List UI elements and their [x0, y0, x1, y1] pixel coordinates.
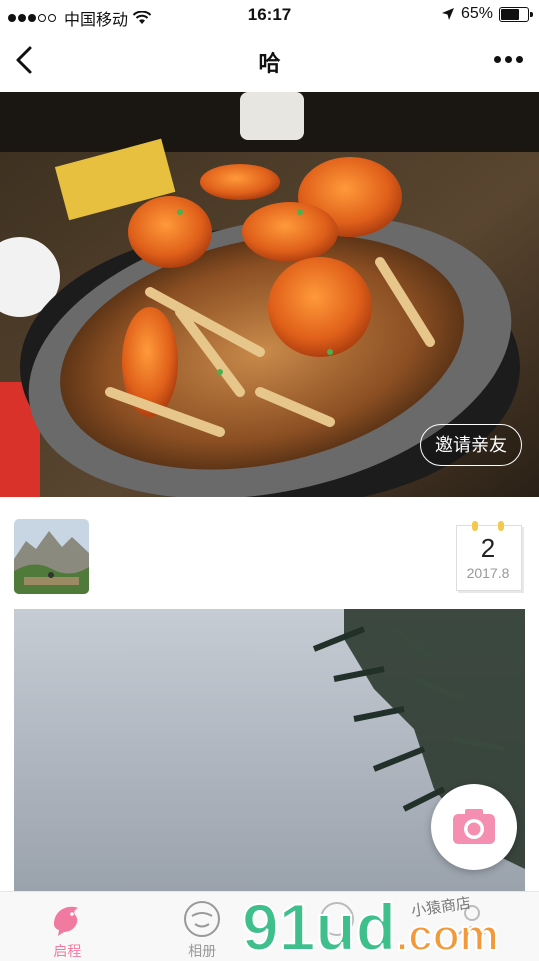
status-right: 65% [441, 5, 533, 23]
back-button[interactable] [10, 42, 42, 78]
camera-button[interactable] [431, 784, 517, 870]
dolphin-icon [54, 906, 79, 936]
status-bar: 中国移动 16:17 65% [0, 0, 539, 32]
tab-4-icon [457, 905, 486, 935]
battery-fill [501, 8, 520, 20]
face-icon [184, 901, 221, 937]
tab-album[interactable]: 相册 [135, 892, 270, 961]
tab-label-qicheng: 启程 [53, 943, 82, 959]
tab-qicheng[interactable]: 启程 [0, 892, 135, 961]
date-day: 2 [480, 533, 496, 563]
page-title: 哈 [258, 51, 281, 76]
tab-third[interactable] [270, 892, 405, 961]
invite-friends-button[interactable]: 邀请亲友 [420, 424, 522, 466]
more-dots-icon [494, 56, 501, 63]
cover-photo[interactable]: 邀请亲友 [0, 92, 539, 497]
chevron-left-icon [16, 46, 32, 74]
avatar[interactable] [14, 519, 89, 594]
camera-icon [453, 809, 495, 844]
tab-label-album: 相册 [188, 943, 217, 959]
date-calendar: 2 2017.8 [456, 521, 522, 591]
tab-bar: 启程 相册 [0, 891, 539, 961]
tab-fourth[interactable] [404, 892, 539, 961]
navigation-bar: 哈 [0, 32, 539, 92]
mountain-avatar-image [14, 519, 89, 594]
tab-3-icon [319, 902, 354, 936]
battery-icon [499, 6, 533, 22]
battery-percent: 65% [460, 5, 493, 22]
more-button[interactable] [494, 56, 523, 63]
location-arrow-icon [441, 8, 454, 20]
calendar-ring-icon [472, 521, 478, 531]
date-month: 2017.8 [466, 565, 510, 581]
